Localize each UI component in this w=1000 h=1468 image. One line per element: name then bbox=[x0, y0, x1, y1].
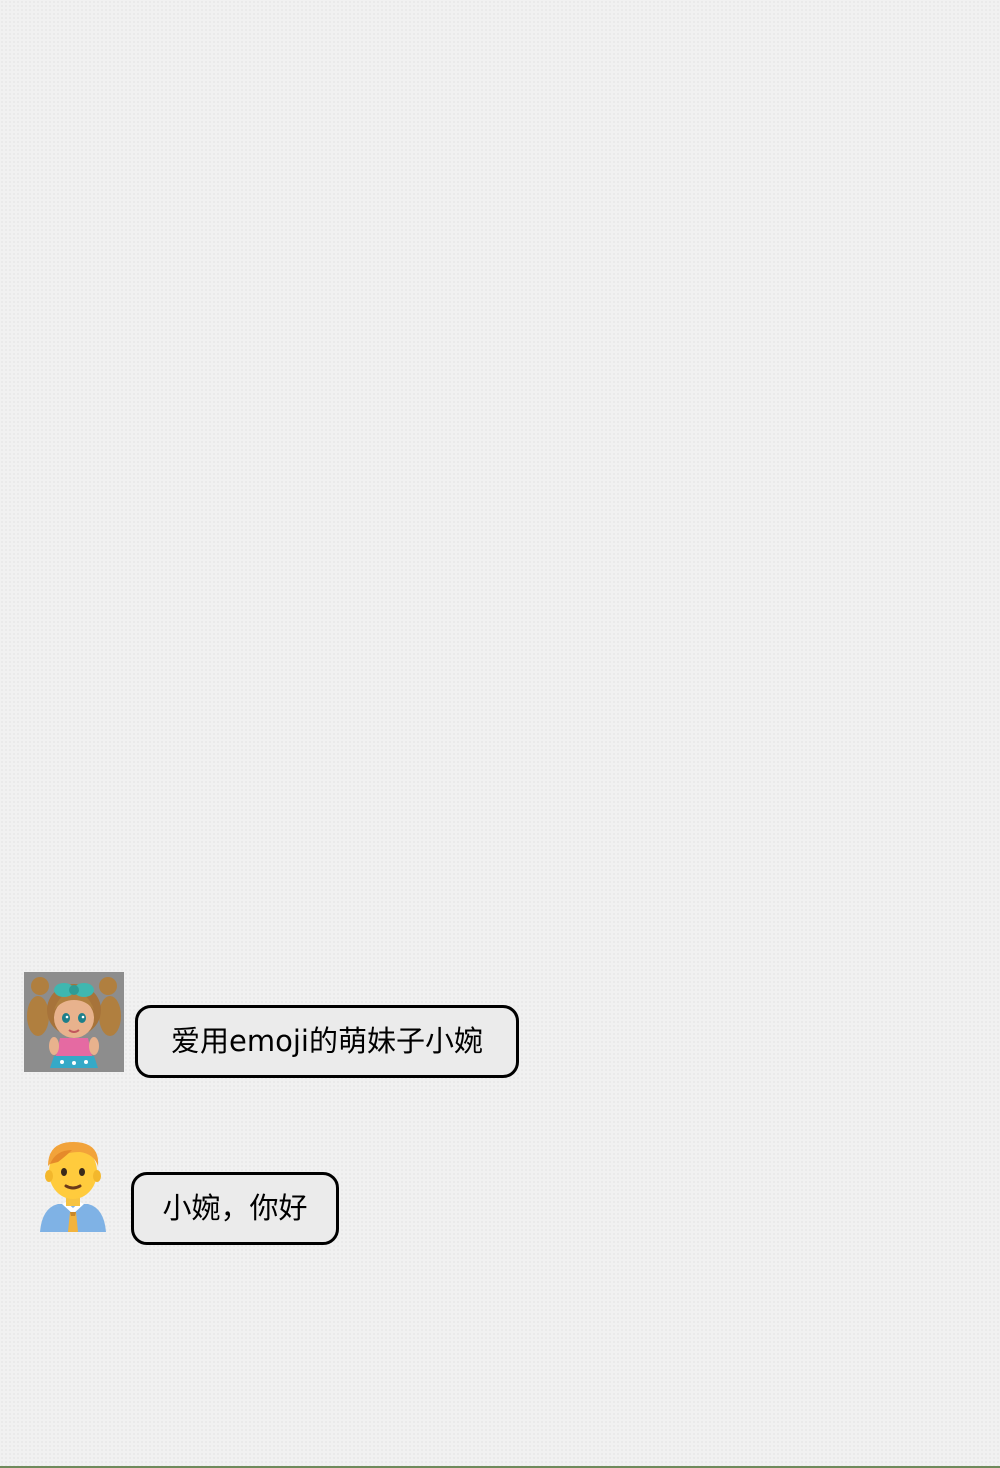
man-avatar-icon[interactable] bbox=[36, 1138, 110, 1234]
message-text-2: 小婉，你好 bbox=[162, 1191, 308, 1225]
message-bubble-1[interactable]: 爱用emoji的萌妹子小婉 bbox=[135, 1005, 519, 1078]
chat-area: 爱用emoji的萌妹子小婉 小婉，你好 bbox=[0, 0, 1000, 1466]
message-text-1: 爱用emoji的萌妹子小婉 bbox=[171, 1024, 483, 1058]
girl-avatar-icon[interactable] bbox=[24, 972, 124, 1072]
message-bubble-2[interactable]: 小婉，你好 bbox=[131, 1172, 339, 1245]
